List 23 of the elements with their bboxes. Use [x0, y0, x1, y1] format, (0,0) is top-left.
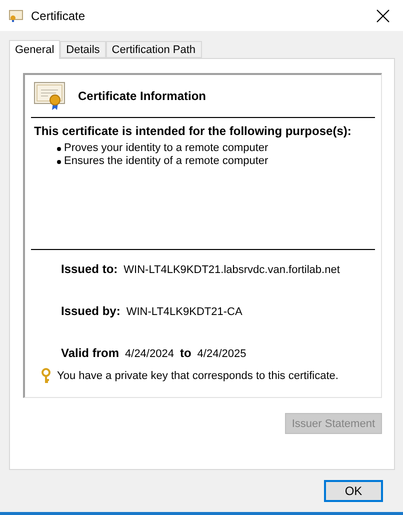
- field-label: Issued to:: [61, 262, 118, 276]
- purpose-item: Ensures the identity of a remote computer: [64, 155, 268, 168]
- certificate-icon: [34, 82, 66, 110]
- key-icon: [41, 368, 51, 384]
- field-value: WIN-LT4LK9KDT21.labsrvdc.van.fortilab.net: [124, 264, 340, 276]
- bullet-icon: [57, 160, 61, 164]
- tab[interactable]: Details: [60, 41, 106, 58]
- field-value: WIN-LT4LK9KDT21-CA: [126, 306, 242, 318]
- section-heading: Certificate Information: [78, 89, 206, 103]
- window-title: Certificate: [31, 8, 86, 22]
- bullet-icon: [57, 146, 61, 150]
- field-label: Issued by:: [61, 304, 120, 318]
- certificate-icon: [9, 10, 23, 22]
- ok-button[interactable]: OK: [324, 480, 383, 502]
- purpose-item: Proves your identity to a remote computer: [64, 142, 268, 155]
- tab[interactable]: General: [9, 40, 60, 59]
- purpose-title: This certificate is intended for the following purpose(s):: [33, 124, 352, 138]
- field-label: Valid from: [61, 346, 120, 360]
- private-key-note: You have a private key that corresponds to this certificate.: [57, 370, 338, 382]
- tab[interactable]: Certification Path: [106, 41, 202, 58]
- field-label: to: [180, 346, 192, 360]
- field-value: 4/24/2024: [125, 348, 174, 360]
- field-value: 4/24/2025: [197, 348, 246, 360]
